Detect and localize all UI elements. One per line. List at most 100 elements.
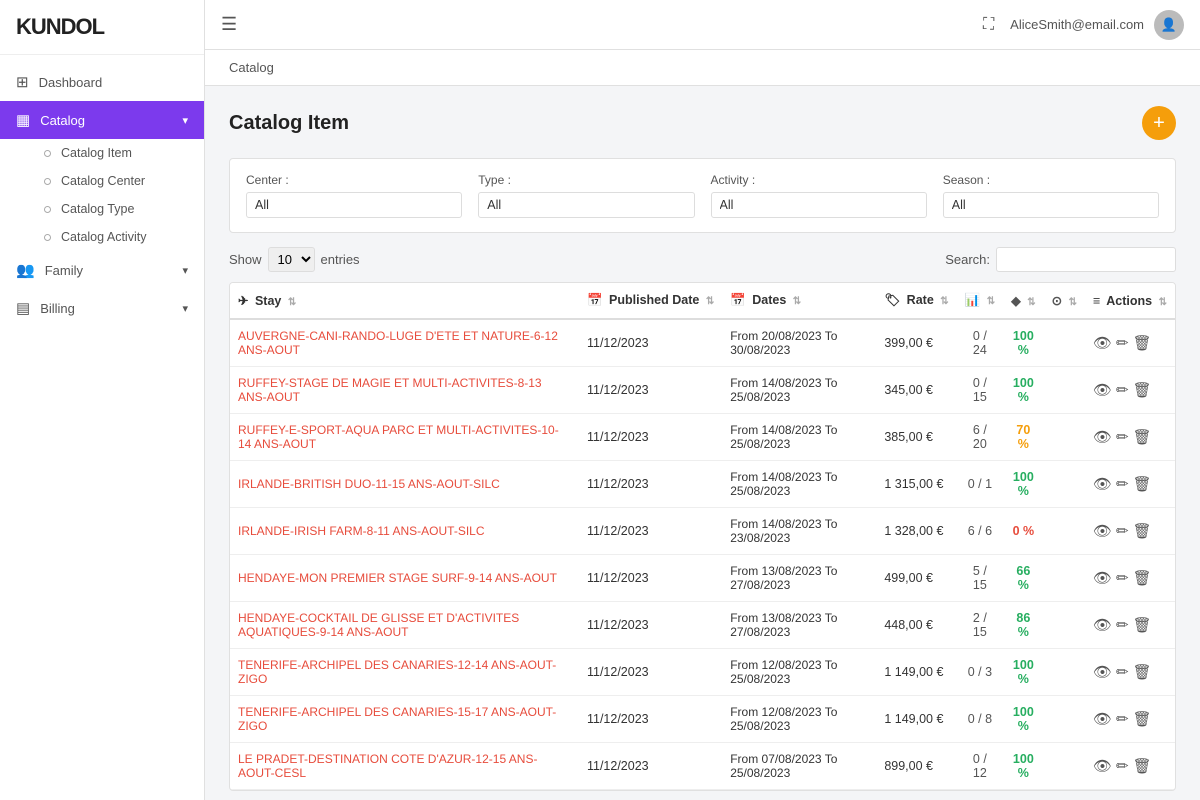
hamburger-icon[interactable]: ☰: [221, 14, 237, 35]
cell-rate: 499,00 €: [876, 555, 956, 602]
sidebar-item-catalog-center[interactable]: Catalog Center: [32, 167, 204, 195]
stay-link[interactable]: RUFFEY-STAGE DE MAGIE ET MULTI-ACTIVITES…: [238, 376, 542, 404]
col-dates[interactable]: 📅 Dates ⇅: [722, 283, 876, 319]
col-tag[interactable]: ⊙ ⇅: [1044, 283, 1085, 319]
view-icon[interactable]: 👁: [1093, 616, 1112, 634]
delete-icon[interactable]: 🗑: [1133, 616, 1152, 634]
view-icon[interactable]: 👁: [1093, 334, 1112, 352]
search-label: Search:: [945, 252, 990, 267]
cell-pct: 100 %: [1003, 461, 1044, 508]
activity-select[interactable]: All: [711, 192, 927, 218]
cell-dates: From 13/08/2023 To 27/08/2023: [722, 555, 876, 602]
delete-icon[interactable]: 🗑: [1133, 569, 1152, 587]
avatar[interactable]: 👤: [1154, 10, 1184, 40]
edit-icon[interactable]: ✏: [1116, 663, 1129, 681]
table-row: TENERIFE-ARCHIPEL DES CANARIES-15-17 ANS…: [230, 696, 1175, 743]
sidebar-item-dashboard[interactable]: ⊞ Dashboard: [0, 63, 204, 101]
sidebar-item-catalog-activity[interactable]: Catalog Activity: [32, 223, 204, 251]
edit-icon[interactable]: ✏: [1116, 428, 1129, 446]
delete-icon[interactable]: 🗑: [1133, 757, 1152, 775]
sidebar-item-label: Catalog: [40, 113, 85, 128]
stay-link[interactable]: IRLANDE-IRISH FARM-8-11 ANS-AOUT-SILC: [238, 524, 485, 538]
col-rate[interactable]: 🏷 Rate ⇅: [876, 283, 956, 319]
col-published-date[interactable]: 📅 Published Date ⇅: [579, 283, 722, 319]
stay-link[interactable]: AUVERGNE-CANI-RANDO-LUGE D'ETE ET NATURE…: [238, 329, 558, 357]
col-stay[interactable]: ✈ Stay ⇅: [230, 283, 579, 319]
table-row: IRLANDE-IRISH FARM-8-11 ANS-AOUT-SILC 11…: [230, 508, 1175, 555]
edit-icon[interactable]: ✏: [1116, 616, 1129, 634]
stay-link[interactable]: IRLANDE-BRITISH DUO-11-15 ANS-AOUT-SILC: [238, 477, 500, 491]
edit-icon[interactable]: ✏: [1116, 475, 1129, 493]
stay-link[interactable]: TENERIFE-ARCHIPEL DES CANARIES-12-14 ANS…: [238, 658, 556, 686]
sidebar-item-catalog-item[interactable]: Catalog Item: [32, 139, 204, 167]
delete-icon[interactable]: 🗑: [1133, 334, 1152, 352]
show-entries: Show 10 entries: [229, 247, 360, 272]
view-icon[interactable]: 👁: [1093, 428, 1112, 446]
center-select[interactable]: All: [246, 192, 462, 218]
view-icon[interactable]: 👁: [1093, 522, 1112, 540]
view-icon[interactable]: 👁: [1093, 569, 1112, 587]
dot-icon: [44, 150, 51, 157]
view-icon[interactable]: 👁: [1093, 663, 1112, 681]
add-catalog-item-button[interactable]: +: [1142, 106, 1176, 140]
bar-chart-icon: 📊: [965, 293, 981, 307]
view-icon[interactable]: 👁: [1093, 475, 1112, 493]
type-select[interactable]: All: [478, 192, 694, 218]
search-input[interactable]: [996, 247, 1176, 272]
col-actions[interactable]: ≡ Actions ⇅: [1085, 283, 1175, 319]
edit-icon[interactable]: ✏: [1116, 522, 1129, 540]
delete-icon[interactable]: 🗑: [1133, 381, 1152, 399]
cell-dates: From 14/08/2023 To 25/08/2023: [722, 414, 876, 461]
cell-published-date: 11/12/2023: [579, 414, 722, 461]
delete-icon[interactable]: 🗑: [1133, 710, 1152, 728]
catalog-table: ✈ Stay ⇅ 📅 Published Date ⇅ 📅 Dates: [229, 282, 1176, 791]
view-icon[interactable]: 👁: [1093, 757, 1112, 775]
stay-link[interactable]: HENDAYE-COCKTAIL DE GLISSE ET D'ACTIVITE…: [238, 611, 519, 639]
stay-link[interactable]: LE PRADET-DESTINATION COTE D'AZUR-12-15 …: [238, 752, 537, 780]
entries-select[interactable]: 10: [268, 247, 315, 272]
delete-icon[interactable]: 🗑: [1133, 663, 1152, 681]
sidebar-item-label: Dashboard: [39, 75, 103, 90]
table-row: RUFFEY-STAGE DE MAGIE ET MULTI-ACTIVITES…: [230, 367, 1175, 414]
delete-icon[interactable]: 🗑: [1133, 475, 1152, 493]
cell-extra: [1044, 414, 1085, 461]
edit-icon[interactable]: ✏: [1116, 710, 1129, 728]
expand-icon[interactable]: ⛶: [983, 16, 994, 34]
plane-icon: ✈: [238, 294, 248, 308]
delete-icon[interactable]: 🗑: [1133, 522, 1152, 540]
sort-icon: ⇅: [793, 296, 801, 307]
calendar2-icon: 📅: [730, 293, 746, 307]
sort-icon: ⇅: [1159, 297, 1167, 308]
col-diamond[interactable]: ◆ ⇅: [1003, 283, 1044, 319]
table-row: IRLANDE-BRITISH DUO-11-15 ANS-AOUT-SILC …: [230, 461, 1175, 508]
sidebar-item-catalog-type[interactable]: Catalog Type: [32, 195, 204, 223]
entries-label: entries: [321, 252, 360, 267]
edit-icon[interactable]: ✏: [1116, 757, 1129, 775]
cell-slots: 0 / 12: [957, 743, 1003, 790]
list-icon: ≡: [1093, 294, 1100, 308]
sidebar-sub-label: Catalog Center: [61, 174, 145, 188]
stay-link[interactable]: HENDAYE-MON PREMIER STAGE SURF-9-14 ANS-…: [238, 571, 557, 585]
cell-pct: 100 %: [1003, 649, 1044, 696]
season-select[interactable]: All: [943, 192, 1159, 218]
stay-link[interactable]: RUFFEY-E-SPORT-AQUA PARC ET MULTI-ACTIVI…: [238, 423, 559, 451]
sidebar-sub-label: Catalog Type: [61, 202, 134, 216]
edit-icon[interactable]: ✏: [1116, 381, 1129, 399]
cell-actions: 👁 ✏ 🗑: [1085, 508, 1175, 555]
sidebar-item-billing[interactable]: ▤ Billing ▾: [0, 289, 204, 327]
delete-icon[interactable]: 🗑: [1133, 428, 1152, 446]
col-chart[interactable]: 📊 ⇅: [957, 283, 1003, 319]
edit-icon[interactable]: ✏: [1116, 569, 1129, 587]
sort-icon: ⇅: [987, 296, 995, 307]
center-label: Center :: [246, 173, 462, 187]
sort-icon: ⇅: [706, 296, 714, 307]
cell-published-date: 11/12/2023: [579, 743, 722, 790]
sidebar-item-catalog[interactable]: ▦ Catalog ▾: [0, 101, 204, 139]
view-icon[interactable]: 👁: [1093, 381, 1112, 399]
logo-text: KUNDOL: [16, 14, 104, 39]
edit-icon[interactable]: ✏: [1116, 334, 1129, 352]
stay-link[interactable]: TENERIFE-ARCHIPEL DES CANARIES-15-17 ANS…: [238, 705, 556, 733]
cell-dates: From 14/08/2023 To 25/08/2023: [722, 461, 876, 508]
view-icon[interactable]: 👁: [1093, 710, 1112, 728]
sidebar-item-family[interactable]: 👥 Family ▾: [0, 251, 204, 289]
